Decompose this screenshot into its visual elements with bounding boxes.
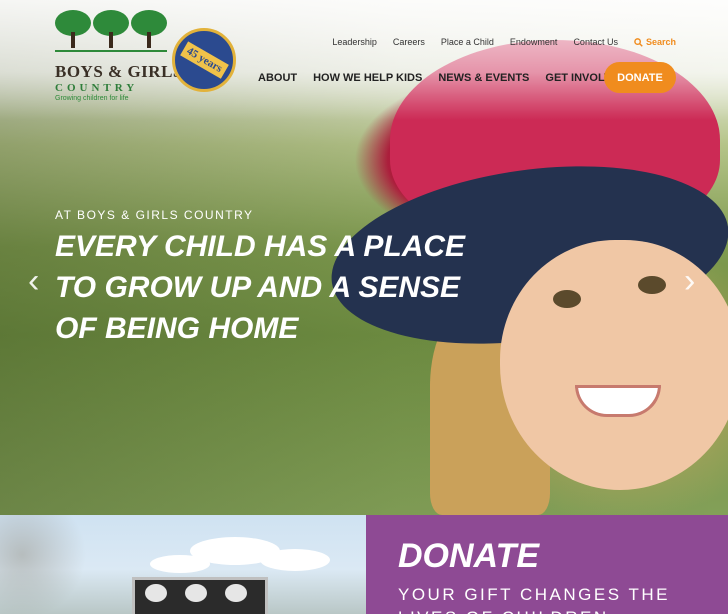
site-logo[interactable]: BOYS & GIRLS COUNTRY Growing children fo… bbox=[55, 10, 236, 110]
logo-tagline: Growing children for life bbox=[55, 95, 129, 102]
hero-eye-right bbox=[638, 276, 666, 294]
anniversary-seal-icon: 45 years bbox=[172, 28, 236, 92]
search-icon bbox=[634, 37, 643, 47]
nav-leadership[interactable]: Leadership bbox=[332, 37, 377, 47]
entrance-sign bbox=[132, 577, 268, 614]
carousel-prev-icon[interactable]: ‹ bbox=[28, 262, 39, 301]
carousel-next-icon[interactable]: › bbox=[684, 262, 695, 301]
nav-contact-us[interactable]: Contact Us bbox=[573, 37, 618, 47]
hero-headline: EVERY CHILD HAS A PLACE TO GROW UP AND A… bbox=[55, 230, 466, 345]
nav-about[interactable]: ABOUT bbox=[258, 72, 297, 84]
nav-how-we-help-kids[interactable]: HOW WE HELP KIDS bbox=[313, 72, 422, 84]
bare-tree bbox=[0, 515, 110, 614]
hero-eye-left bbox=[553, 290, 581, 308]
nav-news-events[interactable]: NEWS & EVENTS bbox=[438, 72, 529, 84]
nav-careers[interactable]: Careers bbox=[393, 37, 425, 47]
main-nav: ABOUT HOW WE HELP KIDS NEWS & EVENTS GET… bbox=[258, 72, 626, 84]
donate-promo[interactable]: DONATE YOUR GIFT CHANGES THE LIVES OF CH… bbox=[366, 515, 728, 614]
donate-promo-subtitle: YOUR GIFT CHANGES THE LIVES OF CHILDREN bbox=[398, 585, 670, 614]
search-link[interactable]: Search bbox=[634, 37, 676, 47]
nav-endowment[interactable]: Endowment bbox=[510, 37, 558, 47]
donate-promo-title: DONATE bbox=[398, 537, 540, 575]
donate-button[interactable]: DONATE bbox=[604, 62, 676, 93]
search-label: Search bbox=[645, 37, 676, 47]
utility-nav: Leadership Careers Place a Child Endowme… bbox=[332, 37, 676, 47]
nav-place-a-child[interactable]: Place a Child bbox=[441, 37, 494, 47]
logo-divider bbox=[55, 50, 167, 52]
campus-photo bbox=[0, 515, 366, 614]
hero-eyebrow: AT BOYS & GIRLS COUNTRY bbox=[55, 208, 254, 222]
seal-text: 45 years bbox=[179, 41, 229, 79]
